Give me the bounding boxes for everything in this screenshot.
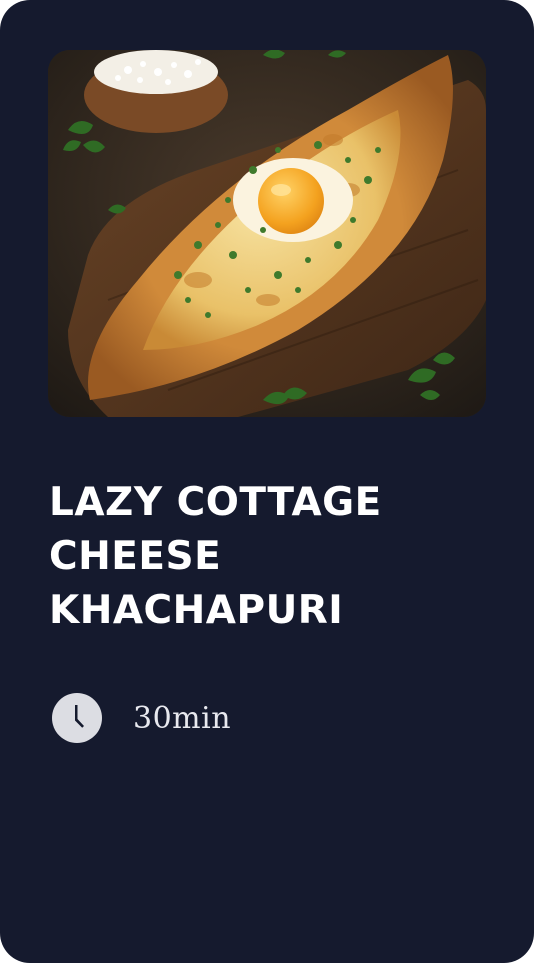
khachapuri-illustration: [48, 50, 486, 417]
clock-icon: [52, 693, 102, 743]
cook-time: 30min: [133, 700, 232, 736]
cook-time-row: 30min: [52, 692, 231, 744]
recipe-photo: [48, 50, 486, 417]
recipe-card[interactable]: LAZY COTTAGE CHEESE KHACHAPURI 30min: [0, 0, 534, 963]
recipe-title: LAZY COTTAGE CHEESE KHACHAPURI: [49, 480, 382, 633]
